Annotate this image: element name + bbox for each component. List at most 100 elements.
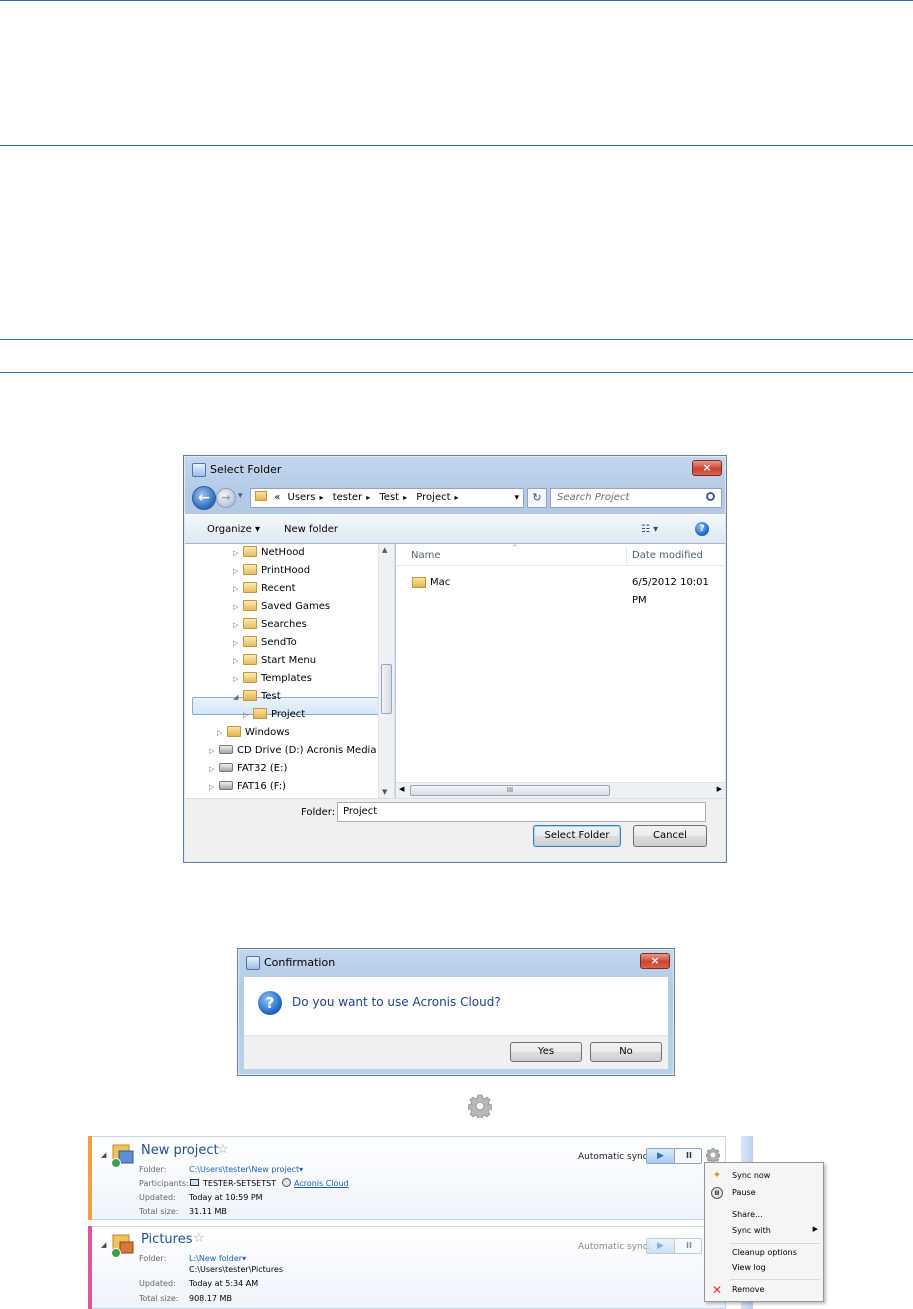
tree-item-searches[interactable]: ▷ Searches [233, 616, 307, 634]
no-button[interactable]: No [590, 1042, 662, 1062]
collapse-arrow-icon[interactable]: ◢ [233, 688, 243, 706]
expand-arrow-icon[interactable]: ▷ [233, 598, 243, 616]
tree-item-templates[interactable]: ▷ Templates [233, 670, 312, 688]
expand-arrow-icon[interactable]: ▷ [243, 706, 253, 724]
folder-path-link[interactable]: L:\New folder▾ [189, 1254, 246, 1263]
column-name[interactable]: Name [411, 550, 441, 561]
sync-item-name[interactable]: Pictures [141, 1232, 192, 1247]
collapse-arrow-icon[interactable]: ◢ [101, 1151, 106, 1159]
sync-item-new-project[interactable]: ◢ New project ☆ Folder: C:\Users\tester\… [88, 1136, 726, 1220]
menu-item-remove[interactable]: Remove [732, 1285, 764, 1294]
play-icon[interactable]: ▶ [647, 1149, 675, 1163]
forward-button[interactable]: → [216, 488, 236, 508]
search-icon[interactable] [706, 492, 715, 501]
menu-item-sync-with[interactable]: Sync with [732, 1226, 771, 1235]
tree-item-nethood[interactable]: ▷ NetHood [233, 544, 305, 562]
address-folder-icon [255, 491, 267, 501]
sync-item-name[interactable]: New project [141, 1143, 219, 1158]
scroll-thumb[interactable]: III [410, 785, 610, 796]
scroll-right-icon[interactable]: ▶ [717, 785, 722, 793]
search-input[interactable]: Search Project [550, 488, 722, 508]
chevron-right-icon[interactable]: ▸ [320, 489, 324, 507]
cancel-button[interactable]: Cancel [633, 825, 707, 847]
tree-item-printhood[interactable]: ▷ PrintHood [233, 562, 310, 580]
tree-item-cd-drive[interactable]: ▷ CD Drive (D:) Acronis Media [209, 742, 376, 760]
back-button[interactable]: ← [192, 486, 216, 510]
close-button[interactable]: × [640, 953, 670, 969]
new-folder-button[interactable]: New folder [284, 524, 338, 535]
file-list[interactable]: Name ^ Date modified Mac 6/5/2012 10:01 … [396, 544, 725, 798]
play-icon[interactable]: ▶ [647, 1239, 675, 1253]
expand-arrow-icon[interactable]: ▷ [233, 634, 243, 652]
menu-item-sync-now[interactable]: Sync now [732, 1171, 770, 1180]
chevron-right-icon[interactable]: ▸ [403, 489, 407, 507]
scroll-up-icon[interactable]: ▲ [382, 546, 387, 554]
tree-item-saved-games[interactable]: ▷ Saved Games [233, 598, 330, 616]
breadcrumb-overflow[interactable]: « [274, 489, 280, 507]
folder-path-link[interactable]: C:\Users\tester\New project▾ [189, 1165, 303, 1174]
breadcrumb-tester[interactable]: tester [333, 489, 362, 507]
star-icon[interactable]: ☆ [193, 1231, 205, 1246]
expand-arrow-icon[interactable]: ▷ [233, 670, 243, 688]
help-icon[interactable]: ? [695, 522, 709, 536]
navigation-tree[interactable]: ▷ NetHood ▷ PrintHood ▷ Recent ▷ Saved Games… [185, 544, 395, 798]
pause-icon[interactable]: II [676, 1149, 702, 1163]
participant-cloud-link[interactable]: Acronis Cloud [294, 1179, 349, 1188]
chevron-right-icon[interactable]: ▸ [366, 489, 370, 507]
chevron-right-icon[interactable]: ▸ [455, 489, 459, 507]
recent-dropdown-icon[interactable]: ▾ [238, 491, 243, 501]
collapse-arrow-icon[interactable]: ◢ [101, 1241, 106, 1249]
folder-app-icon [192, 463, 206, 477]
tree-item-start-menu[interactable]: ▷ Start Menu [233, 652, 316, 670]
tree-item-sendto[interactable]: ▷ SendTo [233, 634, 297, 652]
yes-button[interactable]: Yes [510, 1042, 582, 1062]
expand-arrow-icon[interactable]: ▷ [217, 724, 227, 742]
scroll-thumb[interactable] [381, 664, 392, 714]
breadcrumb-test[interactable]: Test [379, 489, 399, 507]
tree-item-label: Searches [261, 619, 307, 630]
select-folder-dialog: Select Folder × ← → ▾ « Users ▸ tester ▸ T… [183, 455, 727, 863]
breadcrumb-project[interactable]: Project [416, 489, 450, 507]
expand-arrow-icon[interactable]: ▷ [209, 742, 219, 760]
folder-name-input[interactable]: Project [337, 802, 706, 822]
expand-arrow-icon[interactable]: ▷ [209, 760, 219, 778]
expand-arrow-icon[interactable]: ▷ [209, 778, 219, 796]
tree-item-fat32[interactable]: ▷ FAT32 (E:) [209, 760, 287, 778]
star-icon[interactable]: ☆ [217, 1142, 229, 1157]
close-button[interactable]: × [692, 460, 722, 476]
select-folder-button[interactable]: Select Folder [533, 825, 621, 847]
sync-item-pictures[interactable]: ◢ Pictures ☆ Folder: L:\New folder▾ C:\U… [88, 1226, 726, 1309]
menu-item-cleanup-options[interactable]: Cleanup options [732, 1248, 797, 1257]
pause-icon[interactable]: II [676, 1239, 702, 1253]
automatic-sync-toggle[interactable]: ▶ II [646, 1148, 702, 1164]
menu-item-share[interactable]: Share... [732, 1210, 763, 1219]
expand-arrow-icon[interactable]: ▷ [233, 562, 243, 580]
folder-icon [243, 582, 257, 593]
menu-item-pause[interactable]: Pause [732, 1188, 756, 1197]
settings-gear-icon[interactable] [706, 1148, 720, 1162]
file-list-horizontal-scrollbar[interactable]: ◀ III ▶ [396, 782, 725, 798]
expand-arrow-icon[interactable]: ▷ [233, 580, 243, 598]
tree-item-test[interactable]: ◢ Test [233, 688, 281, 706]
breadcrumb-users[interactable]: Users [288, 489, 316, 507]
address-dropdown-icon[interactable]: ▾ [514, 489, 519, 507]
tree-item-project[interactable]: ▷ Project [243, 706, 305, 724]
expand-arrow-icon[interactable]: ▷ [233, 616, 243, 634]
address-bar[interactable]: « Users ▸ tester ▸ Test ▸ Project ▸ ▾ [250, 488, 524, 508]
tree-item-fat16[interactable]: ▷ FAT16 (F:) [209, 778, 286, 796]
organize-button[interactable]: Organize ▾ [207, 524, 260, 535]
scroll-left-icon[interactable]: ◀ [399, 785, 404, 793]
tree-scrollbar[interactable]: ▲ ▼ [378, 544, 394, 798]
automatic-sync-toggle[interactable]: ▶ II [646, 1238, 702, 1254]
menu-item-view-log[interactable]: View log [732, 1263, 766, 1272]
tree-item-recent[interactable]: ▷ Recent [233, 580, 296, 598]
expand-arrow-icon[interactable]: ▷ [233, 652, 243, 670]
expand-arrow-icon[interactable]: ▷ [233, 544, 243, 562]
view-options-icon[interactable]: ☷ ▾ [641, 524, 658, 535]
column-date-modified[interactable]: Date modified [632, 550, 703, 561]
folder-icon [227, 726, 241, 737]
scroll-down-icon[interactable]: ▼ [382, 788, 387, 796]
file-row-mac[interactable]: Mac 6/5/2012 10:01 PM [396, 574, 725, 606]
refresh-icon[interactable]: ↻ [527, 488, 547, 508]
tree-item-windows[interactable]: ▷ Windows [217, 724, 290, 742]
